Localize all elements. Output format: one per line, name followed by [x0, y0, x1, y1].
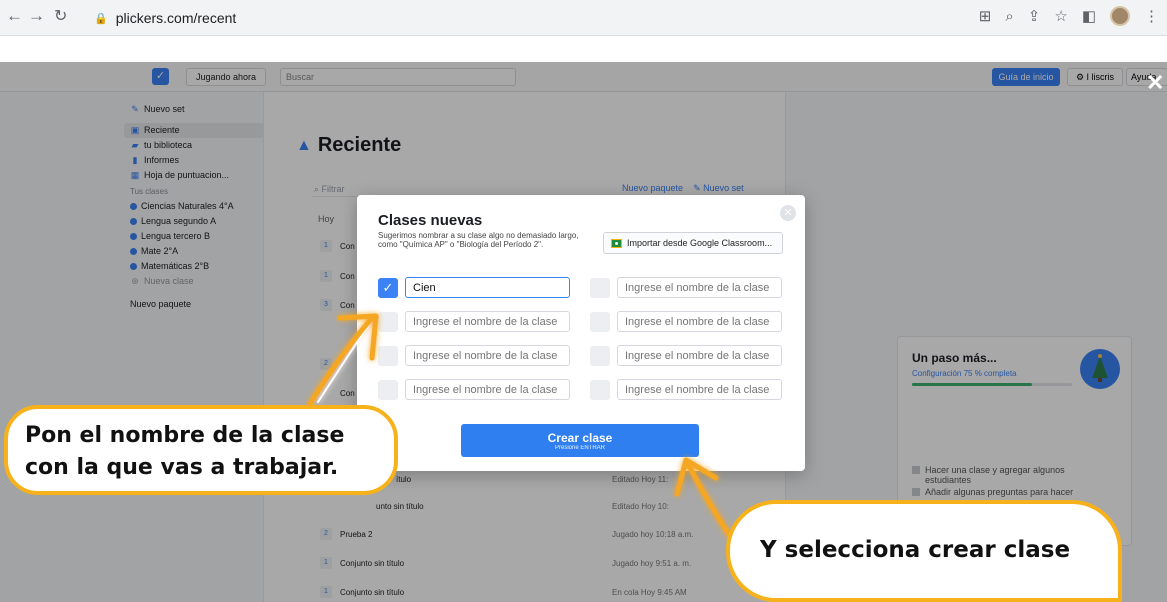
callout-enter-name: Pon el nombre de la clase con la que vas…	[4, 405, 398, 495]
arrow-to-input	[307, 313, 379, 407]
callout-create-class: Y selecciona crear clase	[726, 500, 1122, 602]
callout-line: con la que vas a trabajar.	[25, 455, 339, 480]
callout-line: Pon el nombre de la clase	[25, 423, 345, 448]
